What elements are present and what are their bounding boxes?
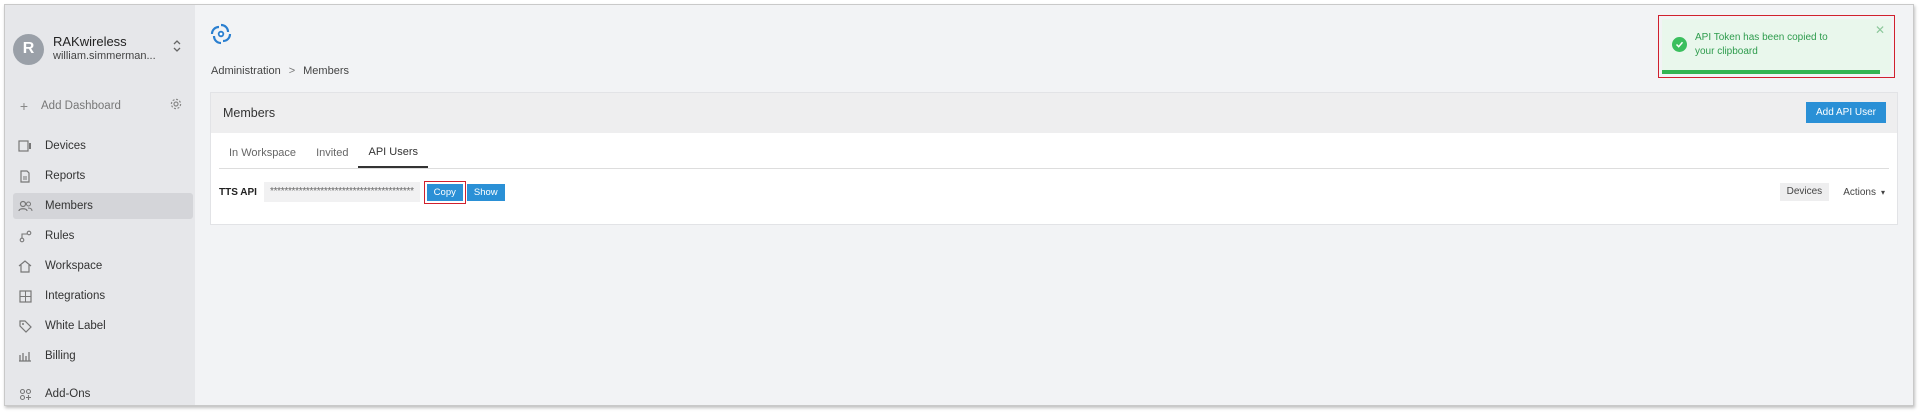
breadcrumb-separator: > bbox=[288, 65, 296, 77]
sidebar-item-label: Workspace bbox=[45, 260, 103, 272]
devices-button[interactable]: Devices bbox=[1779, 183, 1830, 201]
sidebar-item-label: Rules bbox=[45, 230, 75, 242]
integrations-icon bbox=[17, 288, 33, 304]
card-header: Members bbox=[211, 93, 1897, 133]
app-window: R RAKwireless william.simmerman... + Add… bbox=[4, 4, 1914, 406]
sidebar-item-billing[interactable]: Billing bbox=[13, 343, 193, 369]
reports-icon bbox=[17, 168, 33, 184]
sidebar-item-label: Devices bbox=[45, 140, 86, 152]
billing-icon bbox=[17, 348, 33, 364]
rules-icon bbox=[17, 228, 33, 244]
sidebar-item-rules[interactable]: Rules bbox=[13, 223, 193, 249]
sidebar-item-label: Integrations bbox=[45, 290, 106, 302]
sidebar-item-label: Members bbox=[45, 200, 93, 212]
actions-dropdown[interactable]: Actions ▾ bbox=[1843, 187, 1885, 198]
gear-icon[interactable] bbox=[170, 98, 182, 113]
copy-highlight: Copy bbox=[423, 180, 466, 204]
tag-icon bbox=[17, 318, 33, 334]
breadcrumb-current: Members bbox=[303, 65, 349, 77]
main-content: Administration > Members Members Add API… bbox=[195, 5, 1913, 405]
sidebar: R RAKwireless william.simmerman... + Add… bbox=[5, 5, 195, 405]
sidebar-item-label: Add-Ons bbox=[45, 388, 91, 400]
api-user-name: TTS API bbox=[219, 186, 257, 198]
member-tabs: In Workspace Invited API Users bbox=[219, 138, 1889, 169]
copy-button[interactable]: Copy bbox=[426, 183, 463, 201]
account-email: william.simmerman... bbox=[53, 50, 156, 62]
avatar: R bbox=[13, 33, 44, 65]
sidebar-item-integrations[interactable]: Integrations bbox=[13, 283, 193, 309]
close-icon[interactable]: ✕ bbox=[1875, 23, 1885, 37]
tab-invited[interactable]: Invited bbox=[306, 138, 358, 168]
tab-api-users[interactable]: API Users bbox=[358, 138, 428, 168]
account-switcher[interactable]: R RAKwireless william.simmerman... bbox=[13, 27, 188, 71]
toast-highlight: API Token has been copied to your clipbo… bbox=[1658, 15, 1895, 78]
toast-message: API Token has been copied to your clipbo… bbox=[1695, 32, 1828, 57]
devices-icon bbox=[17, 138, 33, 154]
actions-label: Actions bbox=[1843, 186, 1876, 198]
add-dashboard-label: Add Dashboard bbox=[41, 100, 121, 112]
check-circle-icon bbox=[1672, 37, 1687, 52]
api-token-masked: **************************************** bbox=[264, 182, 420, 202]
toast-notification: API Token has been copied to your clipbo… bbox=[1662, 19, 1891, 74]
addons-icon bbox=[17, 386, 33, 402]
members-card: Members Add API User In Workspace Invite… bbox=[210, 92, 1898, 225]
sidebar-item-add-ons[interactable]: Add-Ons bbox=[13, 381, 193, 405]
toast-progress-bar bbox=[1662, 70, 1880, 74]
sidebar-item-white-label[interactable]: White Label bbox=[13, 313, 193, 339]
show-button[interactable]: Show bbox=[466, 183, 505, 201]
workspace-icon bbox=[17, 258, 33, 274]
sidebar-item-devices[interactable]: Devices bbox=[13, 133, 193, 159]
chevron-up-down-icon bbox=[172, 39, 182, 55]
sidebar-item-members[interactable]: Members bbox=[13, 193, 193, 219]
breadcrumb-parent[interactable]: Administration bbox=[211, 65, 281, 77]
chevron-down-icon: ▾ bbox=[1880, 187, 1885, 197]
sidebar-item-label: White Label bbox=[45, 320, 106, 332]
tab-in-workspace[interactable]: In Workspace bbox=[219, 138, 306, 168]
plus-icon: + bbox=[19, 98, 29, 114]
members-icon bbox=[17, 198, 33, 214]
brand-logo-icon[interactable] bbox=[210, 23, 232, 48]
sidebar-item-label: Billing bbox=[45, 350, 76, 362]
add-dashboard-button[interactable]: + Add Dashboard bbox=[13, 95, 188, 117]
sidebar-item-label: Reports bbox=[45, 170, 86, 182]
table-row: TTS API ********************************… bbox=[219, 180, 1889, 204]
breadcrumb: Administration > Members bbox=[211, 65, 349, 77]
page-title: Members bbox=[223, 106, 276, 120]
sidebar-item-reports[interactable]: Reports bbox=[13, 163, 193, 189]
sidebar-item-workspace[interactable]: Workspace bbox=[13, 253, 193, 279]
account-name: RAKwireless bbox=[53, 34, 127, 49]
add-api-user-button[interactable]: Add API User bbox=[1805, 102, 1886, 123]
